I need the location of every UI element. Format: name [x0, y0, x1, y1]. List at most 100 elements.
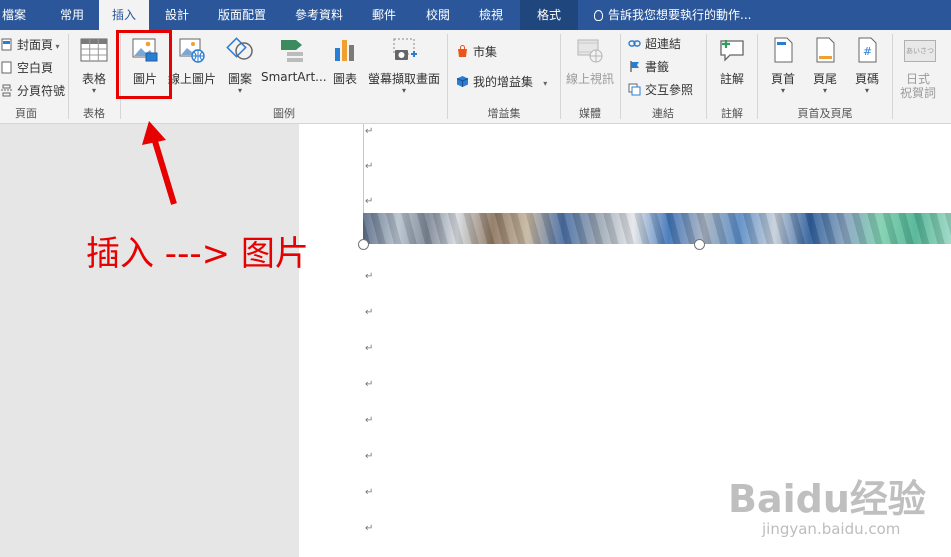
online-pictures-button[interactable]: 線上圖片 — [166, 34, 218, 100]
margin-guide — [363, 124, 364, 214]
group-label-media: 媒體 — [579, 107, 601, 120]
group-label-pages: 頁面 — [15, 107, 37, 120]
my-addins-icon — [456, 76, 469, 87]
shapes-label: 圖案 — [227, 72, 252, 86]
cross-reference-icon — [628, 83, 641, 96]
online-video-icon — [577, 39, 603, 63]
baidu-watermark-logo: Baidu经验 — [728, 477, 926, 521]
paragraph-mark: ↵ — [365, 161, 374, 172]
group-label-header-footer: 頁首及頁尾 — [797, 107, 853, 120]
footer-button[interactable]: 頁尾 ▾ — [806, 34, 844, 100]
footer-label: 頁尾 — [812, 72, 837, 86]
svg-text:#: # — [863, 45, 872, 58]
group-separator — [560, 34, 561, 119]
paragraph-mark: ↵ — [365, 415, 374, 426]
group-separator — [706, 34, 707, 119]
highlight-box — [116, 30, 172, 99]
group-separator — [447, 34, 448, 119]
online-pictures-label: 線上圖片 — [167, 72, 216, 86]
screenshot-button[interactable]: 螢幕擷取畫面 ▾ — [365, 34, 443, 100]
group-separator — [892, 34, 893, 119]
smartart-button[interactable]: SmartArt... — [261, 34, 327, 100]
smartart-label: SmartArt... — [261, 70, 327, 84]
table-icon — [80, 38, 108, 62]
group-separator — [620, 34, 621, 119]
cross-reference-label: 交互參照 — [645, 83, 694, 97]
table-dropdown-icon: ▾ — [91, 86, 96, 95]
baidu-watermark-url: jingyan.baidu.com — [762, 520, 901, 538]
footer-icon — [816, 37, 835, 63]
group-label-tables: 表格 — [83, 107, 105, 120]
tab-mailings[interactable]: 郵件 — [364, 0, 404, 30]
store-icon — [458, 45, 467, 57]
page-number-button[interactable]: # 頁碼 ▾ — [848, 34, 886, 100]
inserted-image[interactable] — [363, 213, 951, 244]
tell-me-text: 告訴我您想要執行的動作... — [608, 8, 752, 22]
resize-handle[interactable] — [694, 239, 705, 250]
hyperlink-icon — [628, 40, 641, 47]
bookmark-button[interactable]: 書籤 — [628, 57, 669, 77]
page-number-dropdown-icon: ▾ — [864, 86, 869, 95]
tab-design[interactable]: 設計 — [157, 0, 197, 30]
paragraph-mark: ↵ — [365, 271, 374, 282]
tab-layout[interactable]: 版面配置 — [212, 0, 272, 30]
tab-view[interactable]: 檢視 — [471, 0, 511, 30]
screenshot-icon — [393, 38, 417, 60]
red-arrow-icon — [142, 121, 177, 205]
bookmark-label: 書籤 — [645, 60, 670, 74]
chart-label: 圖表 — [332, 72, 357, 86]
header-button[interactable]: 頁首 ▾ — [764, 34, 802, 100]
cross-reference-button[interactable]: 交互參照 — [628, 80, 693, 100]
comment-button[interactable]: 註解 — [712, 34, 752, 100]
chart-button[interactable]: 圖表 — [326, 34, 364, 100]
resize-handle[interactable] — [358, 239, 369, 250]
cover-page-label: 封面頁 — [17, 38, 54, 52]
group-separator — [757, 34, 758, 119]
header-icon — [774, 37, 793, 63]
smartart-icon — [281, 40, 303, 62]
tab-file[interactable]: 檔案 — [0, 0, 28, 30]
shapes-dropdown-icon: ▾ — [237, 86, 242, 95]
chart-icon — [335, 40, 354, 61]
shapes-button[interactable]: 圖案 ▾ — [220, 34, 260, 100]
table-label: 表格 — [81, 72, 106, 86]
group-label-links: 連結 — [652, 107, 674, 120]
page-break-label: 分頁符號 — [17, 84, 66, 98]
tab-home[interactable]: 常用 — [52, 0, 92, 30]
footer-dropdown-icon: ▾ — [822, 86, 827, 95]
online-video-label: 線上視訊 — [565, 72, 614, 86]
hyperlink-button[interactable]: 超連結 — [628, 34, 681, 54]
group-separator — [68, 34, 69, 119]
store-button[interactable]: 市集 — [456, 42, 497, 62]
my-addins-button[interactable]: 我的增益集 ▾ — [456, 72, 547, 92]
header-dropdown-icon: ▾ — [780, 86, 785, 95]
shapes-icon — [226, 37, 253, 60]
paragraph-mark: ↵ — [365, 379, 374, 390]
ribbon-tab-bar: 檔案 常用 插入 設計 版面配置 參考資料 郵件 校閱 檢視 格式 告訴我您想要… — [0, 0, 951, 31]
tab-review[interactable]: 校閱 — [418, 0, 458, 30]
tab-format[interactable]: 格式 — [520, 0, 578, 30]
blank-page-label: 空白頁 — [17, 61, 54, 75]
blank-page-icon — [1, 61, 12, 74]
tell-me-search[interactable]: 告訴我您想要執行的動作... — [594, 0, 751, 30]
group-label-addins: 增益集 — [487, 107, 521, 120]
page-break-button[interactable]: 分頁符號 — [0, 81, 65, 101]
paragraph-mark: ↵ — [365, 451, 374, 462]
instruction-caption: 插入 ---> 图片 — [86, 234, 309, 274]
tab-references[interactable]: 參考資料 — [289, 0, 349, 30]
paragraph-mark: ↵ — [365, 343, 374, 354]
japanese-greeting-label-line2: 祝賀詞 — [899, 86, 936, 100]
paragraph-mark: ↵ — [365, 196, 374, 207]
cover-page-button[interactable]: 封面頁 ▾ — [0, 35, 60, 55]
my-addins-label: 我的增益集 — [473, 75, 534, 89]
bookmark-icon — [630, 61, 639, 72]
screenshot-dropdown-icon: ▾ — [401, 86, 406, 95]
blank-page-button[interactable]: 空白頁 — [0, 58, 53, 78]
comment-label: 註解 — [719, 72, 744, 86]
page-number-icon: # — [858, 37, 877, 63]
paragraph-mark: ↵ — [365, 487, 374, 498]
tab-insert[interactable]: 插入 — [99, 0, 149, 31]
group-label-comments: 註解 — [721, 107, 743, 120]
online-picture-icon — [179, 38, 205, 63]
table-button[interactable]: 表格 ▾ — [74, 34, 114, 100]
